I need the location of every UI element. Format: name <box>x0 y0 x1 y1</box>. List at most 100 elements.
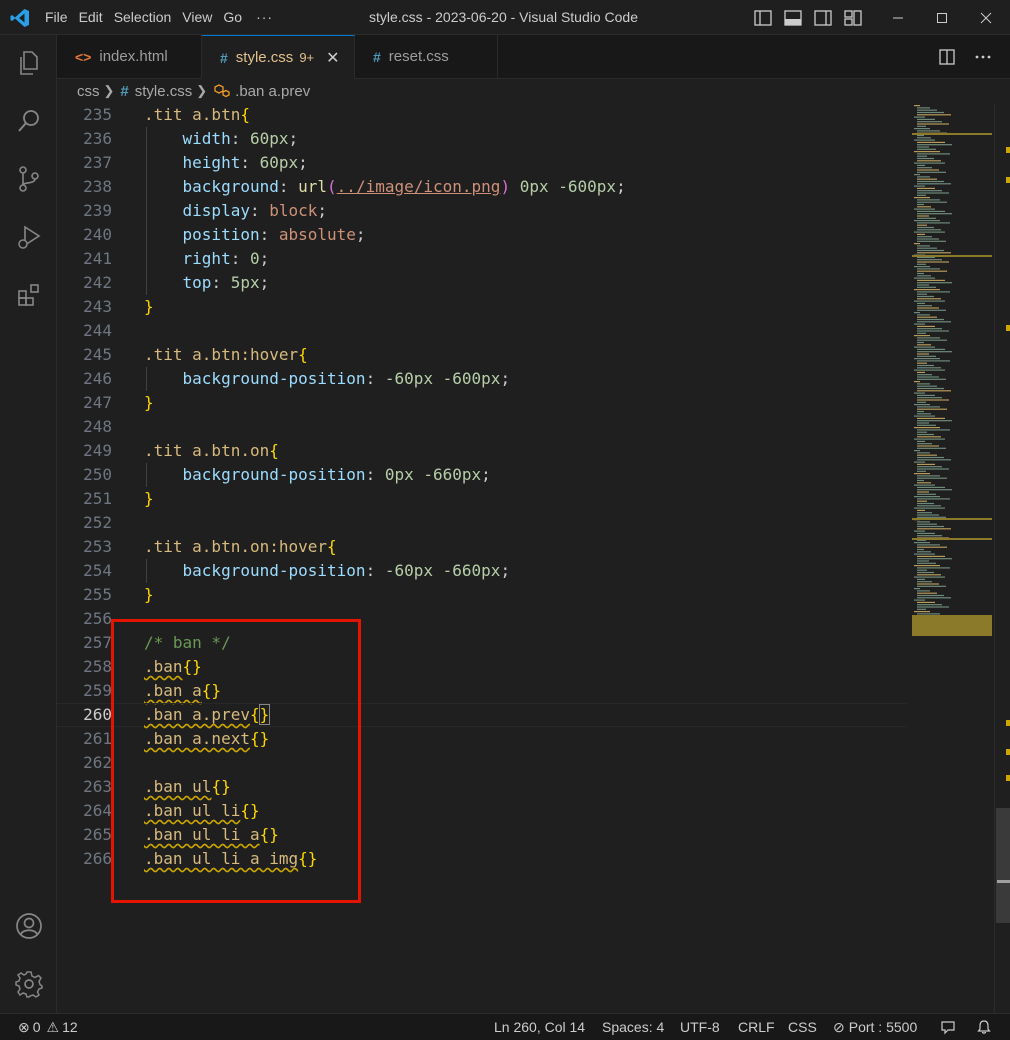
toggle-panel-icon[interactable] <box>782 7 804 29</box>
line-number: 244 <box>83 321 112 340</box>
code-line[interactable]: 249 .tit a.btn.on{ <box>57 439 907 463</box>
minimap-line <box>917 362 927 364</box>
minimap-line <box>917 215 929 217</box>
code-line[interactable]: 240 position: absolute; <box>57 223 907 247</box>
minimap-line <box>917 167 932 169</box>
minimize-icon[interactable] <box>876 0 920 35</box>
code-line[interactable]: 251} <box>57 487 907 511</box>
maximize-icon[interactable] <box>920 0 964 35</box>
menu-selection[interactable]: Selection <box>109 0 177 35</box>
menu-more-icon[interactable]: ··· <box>248 0 281 35</box>
line-number: 263 <box>83 777 112 796</box>
code-line[interactable]: 235 .tit a.btn{ <box>57 103 907 127</box>
minimap-line <box>917 178 937 180</box>
customize-layout-icon[interactable] <box>842 7 864 29</box>
more-actions-icon[interactable] <box>972 47 994 67</box>
minimap-line <box>917 321 951 323</box>
code-line[interactable]: 248 <box>57 415 907 439</box>
line-number: 246 <box>83 369 112 388</box>
menu-file[interactable]: File <box>40 0 73 35</box>
explorer-icon[interactable] <box>0 39 57 87</box>
layout-controls <box>752 7 872 29</box>
minimap-line <box>917 560 929 562</box>
minimap-line <box>917 295 934 298</box>
menu-view[interactable]: View <box>177 0 217 35</box>
code-line[interactable]: 245 .tit a.btn:hover{ <box>57 343 907 367</box>
search-icon[interactable] <box>0 97 57 145</box>
toggle-primary-sidebar-icon[interactable] <box>752 7 774 29</box>
end-of-line[interactable]: CRLF <box>738 1014 775 1040</box>
minimap-line <box>917 141 945 143</box>
problems-status[interactable]: ⊗ 0 ⚠ 12 <box>18 1014 78 1040</box>
cursor-position[interactable]: Ln 260, Col 14 <box>494 1014 585 1040</box>
code-line[interactable]: 242 top: 5px; <box>57 271 907 295</box>
code-line[interactable]: 247} <box>57 391 907 415</box>
vertical-scrollbar[interactable] <box>994 103 1010 1013</box>
split-editor-icon[interactable] <box>936 47 958 67</box>
code-line[interactable]: 246 background-position: -60px -600px; <box>57 367 907 391</box>
minimap-line <box>917 585 946 587</box>
minimap-line <box>917 291 950 293</box>
minimap-line <box>917 493 936 495</box>
encoding[interactable]: UTF-8 <box>680 1014 720 1040</box>
code-line[interactable]: 238 background: url(../image/icon.png) 0… <box>57 175 907 199</box>
close-icon[interactable]: ✕ <box>326 48 339 68</box>
minimap[interactable] <box>912 103 994 1013</box>
code-token: background-position <box>182 369 366 388</box>
code-line[interactable]: 252 <box>57 511 907 535</box>
scrollbar-warning-mark <box>1006 325 1010 331</box>
minimap-line <box>917 479 924 482</box>
line-number: 250 <box>83 465 112 484</box>
source-control-icon[interactable] <box>0 155 57 203</box>
code-token: { <box>269 441 279 460</box>
minimap-line <box>917 470 926 472</box>
code-token: url <box>298 177 328 196</box>
breadcrumb-symbol[interactable]: .ban a.prev <box>235 83 310 100</box>
code-line[interactable]: 237 height: 60px; <box>57 151 907 175</box>
chevron-right-icon: ❯ <box>103 83 115 98</box>
line-number: 254 <box>83 561 112 580</box>
minimap-line <box>917 199 940 201</box>
tab-index-html[interactable]: <> index.html <box>57 35 202 78</box>
minimap-line <box>914 208 935 210</box>
menu-go[interactable]: Go <box>218 0 247 35</box>
breadcrumb-file[interactable]: style.css <box>135 83 193 100</box>
indentation[interactable]: Spaces: 4 <box>602 1014 664 1040</box>
vscode-logo-icon[interactable] <box>10 8 30 28</box>
code-line[interactable]: 243} <box>57 295 907 319</box>
accounts-icon[interactable] <box>0 902 57 950</box>
line-number: 256 <box>83 609 112 628</box>
live-server-port[interactable]: ⊘ Port : 5500 <box>833 1014 917 1040</box>
extensions-icon[interactable] <box>0 271 57 319</box>
code-line[interactable]: 241 right: 0; <box>57 247 907 271</box>
minimap-line <box>914 151 940 153</box>
code-line[interactable]: 236 width: 60px; <box>57 127 907 151</box>
minimap-line <box>914 312 920 314</box>
code-line[interactable]: 250 background-position: 0px -660px; <box>57 463 907 487</box>
code-line[interactable]: 254 background-position: -60px -660px; <box>57 559 907 583</box>
close-window-icon[interactable] <box>964 0 1008 35</box>
minimap-line <box>914 588 920 590</box>
minimap-line <box>917 203 924 206</box>
notifications-bell-icon[interactable] <box>976 1014 992 1040</box>
tab-style-css[interactable]: # style.css 9+ ✕ <box>202 35 355 79</box>
code-line[interactable]: 253 .tit a.btn.on:hover{ <box>57 535 907 559</box>
feedback-icon[interactable] <box>940 1014 956 1040</box>
code-token: ; <box>259 249 270 268</box>
minimap-line <box>917 355 936 357</box>
scrollbar-thumb[interactable] <box>996 808 1010 923</box>
breadcrumb-folder[interactable]: css <box>77 83 100 100</box>
tab-reset-css[interactable]: # reset.css <box>355 35 498 78</box>
code-line[interactable]: 255} <box>57 583 907 607</box>
toggle-secondary-sidebar-icon[interactable] <box>812 7 834 29</box>
code-line[interactable]: 239 display: block; <box>57 199 907 223</box>
menu-edit[interactable]: Edit <box>74 0 108 35</box>
minimap-line <box>917 505 941 507</box>
code-line[interactable]: 244 <box>57 319 907 343</box>
run-debug-icon[interactable] <box>0 213 57 261</box>
manage-gear-icon[interactable] <box>0 960 57 1008</box>
minimap-line <box>917 558 952 560</box>
language-mode[interactable]: CSS <box>788 1014 817 1040</box>
